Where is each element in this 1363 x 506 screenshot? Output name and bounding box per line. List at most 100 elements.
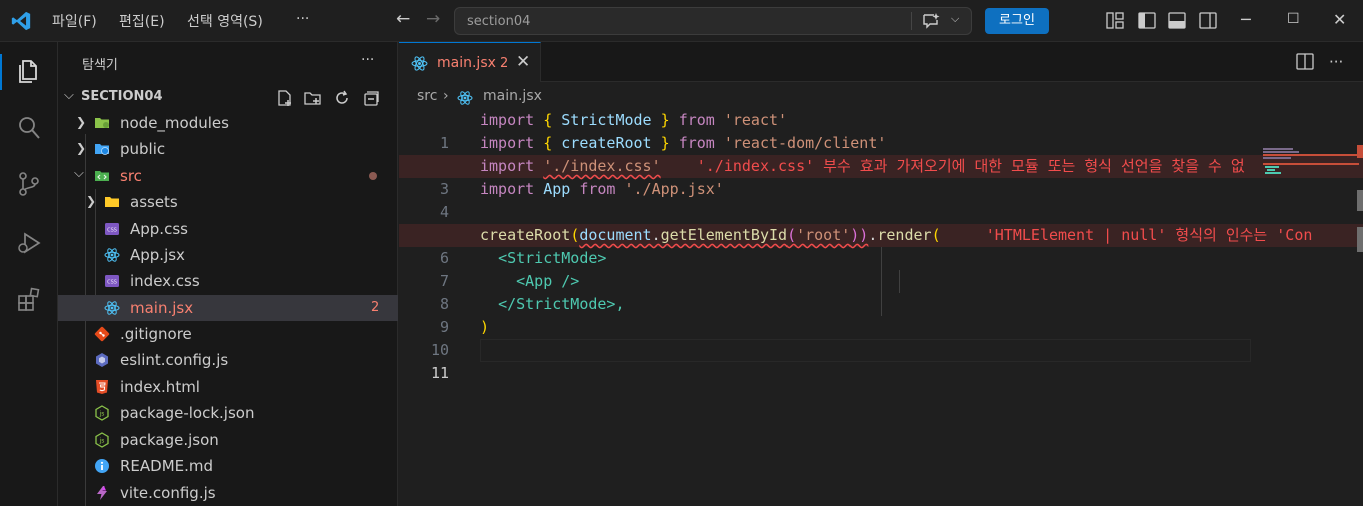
code-line-error: 3 import './index.css' './index.css' 부수 … [399, 155, 1363, 198]
new-folder-icon[interactable] [304, 89, 322, 107]
tree-item-label: eslint.config.js [120, 351, 229, 369]
svg-text:js: js [99, 411, 105, 418]
html-file-icon [96, 380, 108, 394]
explorer-title: 탐색기 [82, 58, 118, 73]
tree-item-index-html[interactable]: index.html [58, 374, 398, 400]
tree-item-index-css[interactable]: CSS index.css [58, 268, 398, 294]
tab-main-jsx[interactable]: main.jsx 2 ✕ [399, 42, 541, 82]
close-icon[interactable]: ✕ [1333, 10, 1346, 29]
scrollbar-thumb[interactable] [1357, 190, 1363, 211]
svg-text:CSS: CSS [107, 280, 117, 286]
menu-selection[interactable]: 선택 영역(S) [187, 11, 263, 31]
folder-public-icon [95, 144, 109, 155]
toggle-panel-icon[interactable] [1168, 12, 1186, 29]
menu-more[interactable]: ··· [296, 11, 309, 27]
scrollbar-error-marker [1357, 145, 1363, 158]
tree-item-app-jsx[interactable]: App.jsx [58, 242, 398, 268]
menu-edit[interactable]: 편집(E) [119, 11, 165, 31]
folder-icon [105, 197, 119, 207]
breadcrumb-file[interactable]: main.jsx [483, 88, 542, 104]
problem-count-badge: 2 [371, 300, 380, 315]
close-icon[interactable]: ✕ [516, 52, 530, 72]
active-indicator [0, 54, 2, 90]
chevron-right-icon: ❯ [86, 194, 97, 208]
explorer-sidebar: 탐색기 ··· ⌵ SECTION04 ❯ node_modules ❯ pub… [58, 42, 398, 506]
arrow-right-icon[interactable]: → [426, 9, 440, 29]
search-text: section04 [467, 14, 531, 29]
source-control-icon[interactable] [15, 170, 43, 198]
eslint-file-icon [96, 353, 108, 367]
tree-item-public[interactable]: ❯ public [58, 136, 398, 162]
git-file-icon [94, 326, 110, 342]
toggle-secondary-sidebar-icon[interactable] [1199, 12, 1217, 29]
tree-item-label: .gitignore [120, 325, 192, 343]
login-button[interactable]: 로그인 [985, 8, 1049, 34]
toggle-primary-sidebar-icon[interactable] [1138, 12, 1156, 29]
more-actions-icon[interactable]: ··· [361, 52, 374, 68]
react-file-icon [104, 301, 120, 315]
tree-item-label: index.html [120, 378, 200, 396]
minimap-line [1263, 151, 1299, 153]
refresh-icon[interactable] [333, 89, 351, 107]
chat-sparkle-icon[interactable] [921, 12, 941, 30]
tree-item-assets[interactable]: ❯ assets [58, 189, 398, 215]
run-debug-icon[interactable] [15, 228, 43, 256]
code-line: 4 import App from './App.jsx' [399, 178, 1363, 221]
vite-file-icon [97, 486, 107, 500]
new-file-icon[interactable] [276, 89, 294, 107]
tree-item-app-css[interactable]: CSS App.css [58, 216, 398, 242]
tree-item-src[interactable]: ⌵ src [58, 163, 398, 189]
workspace-section-header[interactable]: ⌵ SECTION04 [58, 86, 398, 108]
tree-item-label: App.css [130, 220, 188, 238]
extensions-icon[interactable] [15, 286, 43, 314]
minimap-line [1263, 154, 1359, 156]
chevron-down-icon[interactable]: ⌵ [951, 12, 959, 26]
tree-item-gitignore[interactable]: .gitignore [58, 321, 398, 347]
css-file-icon: CSS [105, 275, 119, 287]
minimap-line [1267, 169, 1275, 171]
maximize-icon[interactable]: ☐ [1287, 11, 1300, 27]
tree-item-readme[interactable]: README.md [58, 453, 398, 479]
chevron-right-icon: ❯ [76, 141, 87, 155]
explorer-icon[interactable] [15, 56, 43, 84]
react-file-icon [411, 56, 428, 71]
tree-item-vite-config[interactable]: vite.config.js [58, 480, 398, 506]
customize-layout-icon[interactable] [1106, 12, 1124, 29]
collapse-all-icon[interactable] [362, 89, 380, 107]
tree-item-eslint-config[interactable]: eslint.config.js [58, 347, 398, 373]
arrow-left-icon[interactable]: ← [396, 9, 410, 29]
tree-item-main-jsx[interactable]: main.jsx 2 [58, 295, 398, 321]
more-actions-icon[interactable]: ··· [1329, 53, 1343, 71]
tree-item-package-json[interactable]: js package.json [58, 427, 398, 453]
menu-file[interactable]: 파일(F) [52, 11, 97, 31]
json-file-icon: js [95, 405, 109, 421]
code-line-error: 6 createRoot(document.getElementById('ro… [399, 224, 1363, 267]
minimap-line [1263, 163, 1359, 165]
activity-bar [0, 42, 58, 506]
tree-item-label: package.json [120, 431, 219, 449]
tree-item-node-modules[interactable]: ❯ node_modules [58, 110, 398, 136]
split-editor-icon[interactable] [1296, 53, 1314, 70]
minimize-icon[interactable]: ─ [1241, 10, 1251, 29]
react-file-icon [104, 248, 120, 262]
search-icon[interactable] [15, 114, 43, 142]
tree-item-label: README.md [120, 457, 214, 475]
code-line: 5 [399, 201, 1363, 244]
code-line: 10 ) [399, 316, 1363, 359]
scrollbar-thumb[interactable] [1357, 227, 1363, 252]
indent-guide [881, 247, 882, 316]
code-line: 11 [399, 339, 1363, 382]
vscode-logo-icon[interactable] [10, 10, 32, 32]
tree-item-label: src [120, 167, 142, 185]
code-editor[interactable]: 1 import { StrictMode } from 'react' 2 i… [399, 109, 1363, 506]
folder-src-icon [95, 171, 109, 181]
tab-bar: main.jsx 2 ✕ ··· [399, 42, 1363, 82]
tree-item-package-lock[interactable]: js package-lock.json [58, 400, 398, 426]
code-line: 1 import { StrictMode } from 'react' [399, 109, 1363, 152]
command-center-search[interactable]: section04 ⌵ [454, 7, 972, 35]
tree-item-label: index.css [130, 272, 200, 290]
chevron-down-icon: ⌵ [64, 88, 74, 103]
breadcrumb-folder[interactable]: src [417, 88, 437, 104]
title-bar: 파일(F) 편집(E) 선택 영역(S) ··· ← → section04 ⌵… [0, 0, 1363, 42]
minimap[interactable] [1251, 82, 1363, 506]
